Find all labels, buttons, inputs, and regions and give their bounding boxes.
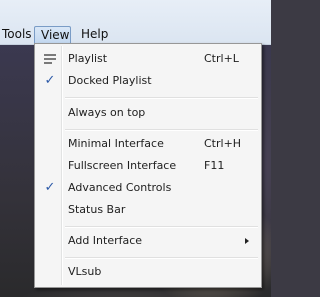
menu-item-label: Fullscreen Interface	[68, 159, 177, 172]
menu-item-label: Docked Playlist	[68, 74, 152, 87]
menu-item-vlsub[interactable]: VLsub	[37, 261, 259, 283]
menu-item-label: Playlist	[68, 52, 108, 65]
menu-item-label: Status Bar	[68, 203, 126, 216]
menu-item-fullscreen-interface[interactable]: Fullscreen Interface F11	[37, 155, 259, 177]
menu-item-playlist[interactable]: Playlist Ctrl+L	[37, 48, 259, 70]
menu-item-status-bar[interactable]: Status Bar	[37, 199, 259, 221]
menu-item-shortcut: Ctrl+L	[204, 52, 239, 65]
menu-item-label: Add Interface	[68, 234, 143, 247]
menu-item-advanced-controls[interactable]: ✓ Advanced Controls	[37, 177, 259, 199]
menu-item-label: Advanced Controls	[68, 181, 172, 194]
menu-separator	[65, 97, 258, 99]
view-menu-dropdown: Playlist Ctrl+L ✓ Docked Playlist Always…	[34, 43, 262, 288]
menu-separator	[65, 129, 258, 131]
menu-item-always-on-top[interactable]: Always on top	[37, 102, 259, 124]
playlist-icon	[44, 54, 56, 64]
menu-separator	[65, 226, 258, 228]
menu-view[interactable]: View	[34, 26, 71, 44]
menu-item-add-interface[interactable]: Add Interface	[37, 230, 259, 252]
submenu-arrow-icon	[245, 238, 249, 244]
menu-item-shortcut: Ctrl+H	[204, 137, 242, 150]
menu-separator	[65, 257, 258, 259]
menu-tools[interactable]: Tools	[0, 26, 38, 44]
checkmark-icon: ✓	[44, 180, 56, 195]
menu-bar: Tools View Help	[0, 0, 271, 45]
menu-item-minimal-interface[interactable]: Minimal Interface Ctrl+H	[37, 133, 259, 155]
menu-item-docked-playlist[interactable]: ✓ Docked Playlist	[37, 70, 259, 92]
menu-help[interactable]: Help	[75, 26, 114, 44]
checkmark-icon: ✓	[44, 73, 56, 88]
menu-item-label: VLsub	[68, 265, 102, 278]
menu-item-shortcut: F11	[204, 159, 225, 172]
menu-item-label: Always on top	[68, 106, 146, 119]
menu-item-label: Minimal Interface	[68, 137, 164, 150]
